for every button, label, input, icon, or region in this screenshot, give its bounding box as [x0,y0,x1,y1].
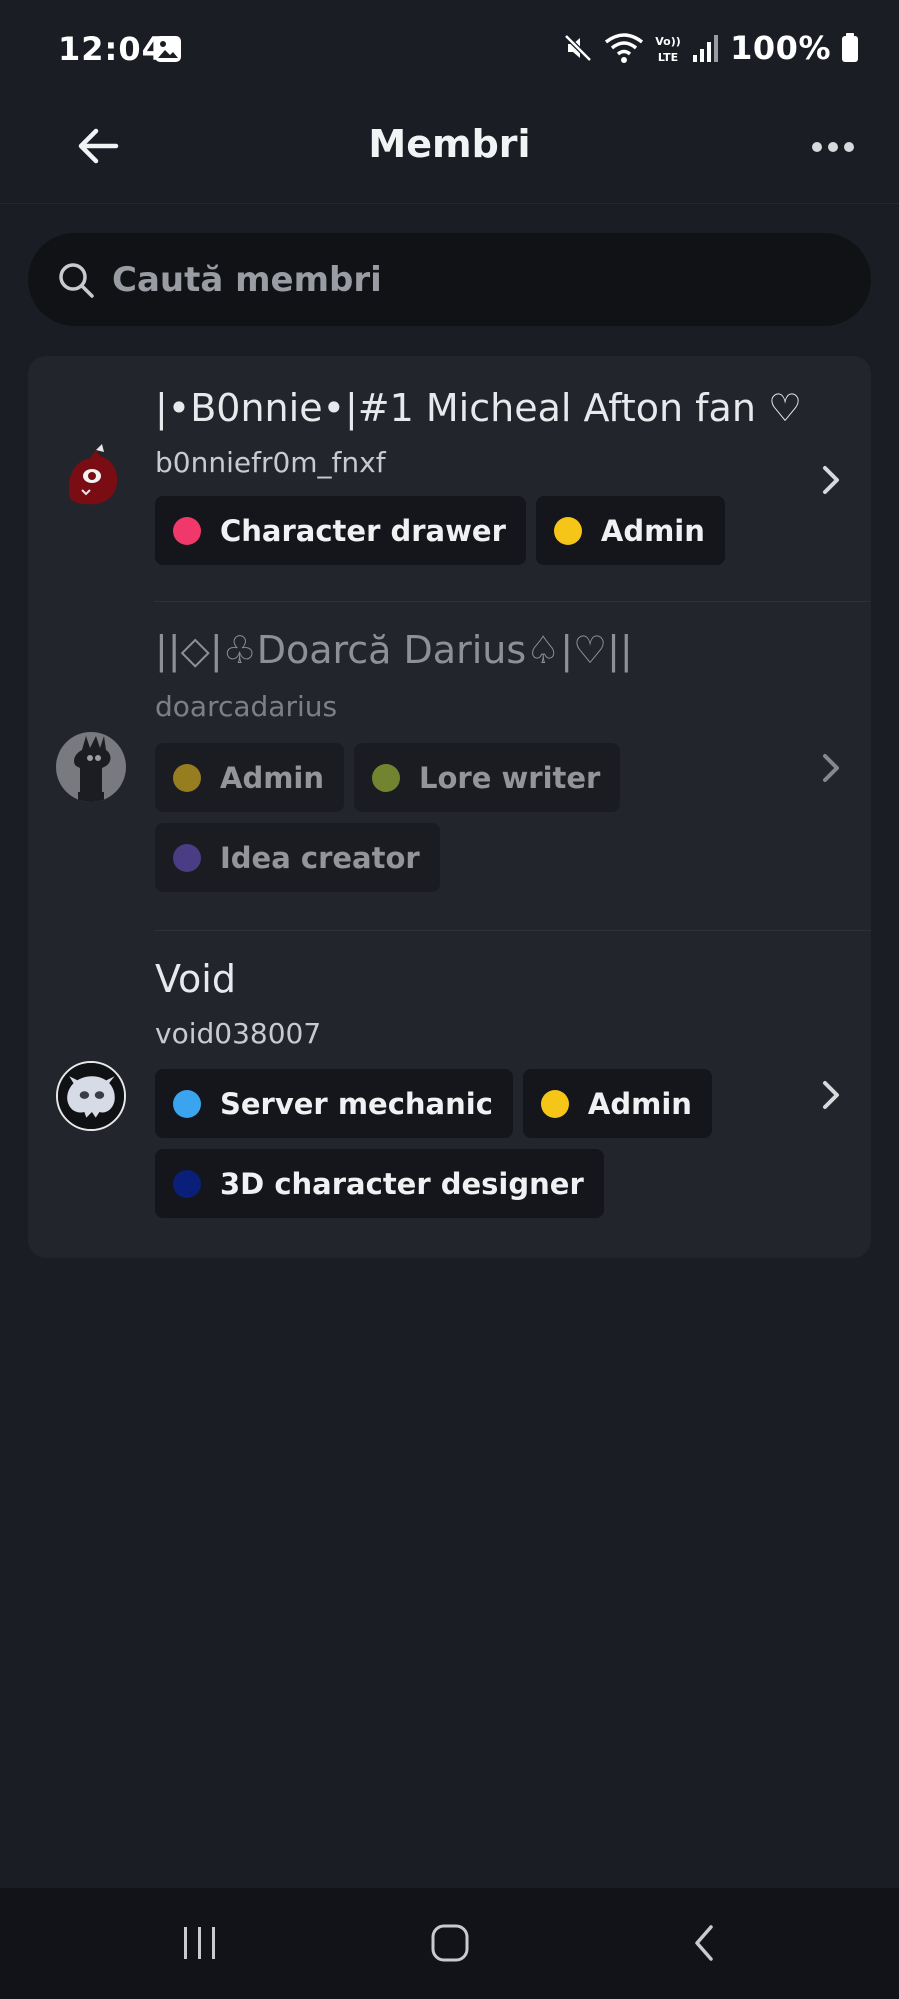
role-list: Server mechanic Admin 3D character desig… [155,1069,855,1218]
recent-apps-icon [184,1927,215,1959]
member-row[interactable]: ||◇|♧Doarcă Darius♤|♡|| doarcadarius Adm… [28,602,871,930]
avatar [68,444,118,505]
role-chip: Admin [155,743,345,812]
svg-text:LTE: LTE [658,51,678,64]
signal-icon [693,35,719,62]
role-color-dot [173,1089,201,1118]
back-icon [695,1925,713,1961]
member-display-name: |•B0nnie•|#1 Micheal Afton fan ♡ [155,386,803,430]
role-list: Admin Lore writer Idea creator [155,743,855,892]
role-chip: Idea creator [155,823,440,892]
role-chip: Server mechanic [155,1069,513,1138]
role-color-dot [173,1169,201,1198]
members-list: |•B0nnie•|#1 Micheal Afton fan ♡ b0nnief… [28,356,871,1258]
role-label: Character drawer [220,513,506,548]
role-chip: Character drawer [155,496,526,565]
member-display-name: ||◇|♧Doarcă Darius♤|♡|| [155,628,633,672]
member-username: b0nniefr0m_fnxf [155,446,386,479]
role-color-dot [173,763,201,792]
member-row[interactable]: Void void038007 Server mechanic Admin 3D… [28,931,871,1258]
role-label: Lore writer [419,760,601,795]
role-label: Admin [220,760,325,795]
wifi-icon [605,33,644,63]
role-chip: 3D character designer [155,1149,604,1218]
role-label: Server mechanic [220,1086,493,1121]
volte-icon: Vo)) LTE [655,35,681,64]
role-color-dot [173,843,201,872]
member-row[interactable]: |•B0nnie•|#1 Micheal Afton fan ♡ b0nnief… [28,356,871,601]
role-label: 3D character designer [220,1166,584,1201]
home-button[interactable] [418,1913,482,1973]
system-nav-bar [0,1888,899,1999]
role-label: Admin [587,1086,692,1121]
member-display-name: Void [155,957,236,1001]
more-horizontal-icon [812,142,854,152]
role-color-dot [553,516,582,545]
role-label: Idea creator [220,840,420,875]
page-title: Membri [368,122,531,166]
more-options-button[interactable] [803,122,863,172]
search-input[interactable] [112,233,812,326]
status-time: 12:04 [58,30,165,68]
recent-apps-button[interactable] [168,1913,232,1973]
status-icons: Vo)) LTE 100% [562,28,859,68]
avatar [56,732,126,802]
role-chip: Lore writer [354,743,621,812]
search-icon [59,263,94,298]
chevron-right-icon [823,754,839,782]
role-list: Character drawer Admin [155,496,855,565]
role-chip: Admin [535,496,725,565]
role-color-dot [540,1089,569,1118]
member-username: doarcadarius [155,690,338,723]
app-header: Membri [0,100,899,204]
battery-icon [842,33,858,62]
battery-percent: 100% [730,29,831,67]
mute-icon [564,34,592,62]
chevron-right-icon [823,1081,839,1109]
member-search-bar[interactable] [28,233,871,326]
role-label: Admin [600,513,705,548]
member-username: void038007 [155,1017,322,1050]
role-color-dot [372,763,401,792]
gallery-icon [155,36,181,62]
system-back-button[interactable] [672,1913,736,1973]
svg-text:Vo)): Vo)) [655,35,681,48]
role-chip: Admin [522,1069,712,1138]
role-color-dot [173,516,201,545]
chevron-right-icon [823,466,839,494]
avatar [56,1061,126,1131]
home-icon [431,1924,469,1962]
status-bar: 12:04 Vo)) LTE 100% [0,0,899,100]
